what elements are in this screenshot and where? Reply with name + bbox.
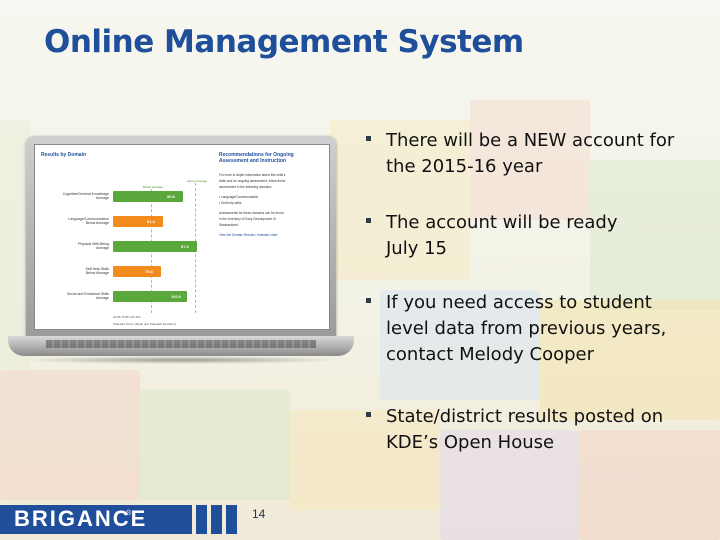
- domain-label-line: Below Average: [85, 221, 109, 225]
- page-number: 14: [252, 507, 266, 521]
- bullet-line: the 2015-16 year: [386, 156, 543, 177]
- bullet-text: If you need access to student level data…: [386, 290, 706, 368]
- recommendation-text-line: For more in-depth information about this…: [219, 173, 286, 177]
- domain-label: Self-Help Skills Below Average: [39, 267, 109, 275]
- slide-title: Online Management System: [44, 24, 524, 60]
- domain-label-line: Average: [96, 296, 109, 300]
- bg-block: [0, 370, 140, 500]
- recommendation-text-line: • Self-help skills: [219, 201, 242, 205]
- domain-label: Physical Well-Being Average: [39, 242, 109, 250]
- domain-label: Social and Emotional Skills Average: [39, 292, 109, 300]
- domain-score-value: 97.3: [181, 244, 189, 249]
- screen-right-heading: Recommendations for Ongoing Assessment a…: [219, 152, 323, 164]
- logo-stripe: [226, 505, 237, 534]
- bullet-line: KDE’s Open House: [386, 432, 555, 453]
- domain-score-value: 90.8: [167, 194, 175, 199]
- legend-below: Below Average: [143, 185, 163, 189]
- laptop-screen: Results by Domain Recommendations for On…: [34, 144, 330, 330]
- domain-score-value: 79.8: [145, 269, 153, 274]
- bullet-line: contact Melody Cooper: [386, 344, 594, 365]
- recommendation-text-line: • Language/Communication: [219, 195, 259, 199]
- bullet-marker: [366, 412, 371, 417]
- screen-axis-ticks: 40 55 70 85 100 115: [113, 315, 141, 319]
- bullet-line: If you need access to student: [386, 292, 652, 313]
- laptop-illustration: Results by Domain Recommendations for On…: [8, 136, 354, 364]
- bullet-text: State/district results posted on KDE’s O…: [386, 404, 706, 456]
- recommendation-text-line: Standardized.: [219, 223, 239, 227]
- domain-score-bar: [113, 266, 161, 277]
- recommendation-text-line: skills and for ongoing assessment, follo…: [219, 179, 286, 183]
- bullet-line: The account will be ready: [386, 212, 618, 233]
- registered-mark: ®: [126, 510, 132, 517]
- legend-above: Above Average: [187, 179, 208, 183]
- recommendation-text-line: Assessments for these domains can be fou…: [219, 211, 284, 215]
- screen-right-heading-line: Assessment and Instruction: [219, 158, 286, 164]
- domain-label-line: Average: [96, 246, 109, 250]
- recommendation-text-line[interactable]: View the Domain Results / Indicator char…: [219, 233, 323, 237]
- bullet-marker: [366, 298, 371, 303]
- recommendation-text-line: assessment in the following domains:: [219, 185, 272, 189]
- screen-left-heading: Results by Domain: [41, 152, 87, 158]
- recommendation-text-line: in the Inventory of Early Development II…: [219, 217, 276, 221]
- domain-label-line: Below Average: [85, 271, 109, 275]
- bullet-marker: [366, 218, 371, 223]
- domain-label: Language/Communication Below Average: [39, 217, 109, 225]
- laptop-shadow: [20, 356, 342, 364]
- domain-score-value: 81.4: [147, 219, 155, 224]
- bullet-marker: [366, 136, 371, 141]
- bullet-line: July 15: [386, 238, 447, 259]
- domain-label-line: Average: [96, 196, 109, 200]
- bullet-line: State/district results posted on: [386, 406, 664, 427]
- screen-axis-caption: Standard Score (Mean and Standard Deviat…: [113, 322, 177, 326]
- bullet-text: The account will be ready July 15: [386, 210, 706, 262]
- bullet-line: There will be a NEW account for: [386, 130, 675, 151]
- laptop-keyboard: [46, 340, 316, 348]
- logo-stripe: [196, 505, 207, 534]
- domain-score-value: 100.0: [171, 294, 182, 299]
- domain-label: Cognitive/General Knowledge Average: [39, 192, 109, 200]
- bg-block: [140, 390, 290, 500]
- domain-score-bar: [113, 216, 163, 227]
- logo-stripe: [211, 505, 222, 534]
- bullet-text: There will be a NEW account for the 2015…: [386, 128, 706, 180]
- bullet-line: level data from previous years,: [386, 318, 667, 339]
